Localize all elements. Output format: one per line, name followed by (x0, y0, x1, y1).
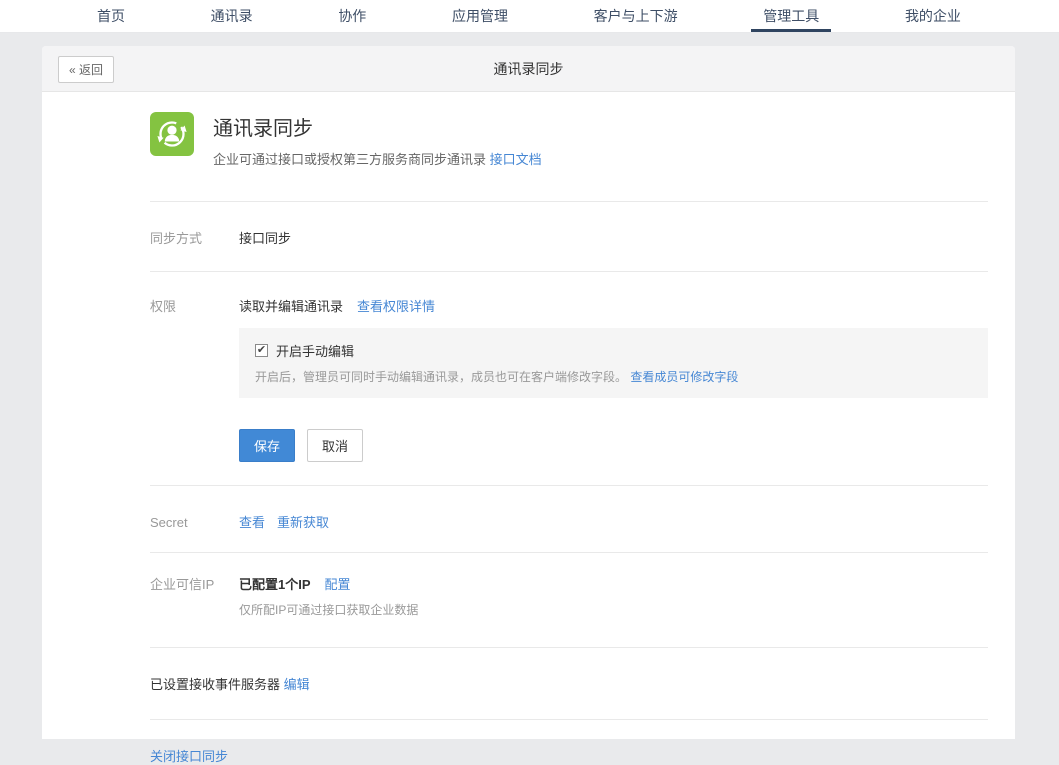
secret-view-link[interactable]: 查看 (239, 512, 265, 531)
divider (150, 485, 988, 486)
nav-item-my-enterprise[interactable]: 我的企业 (893, 0, 973, 32)
trusted-ip-note: 仅所配IP可通过接口获取企业数据 (239, 601, 988, 618)
hero-section: 通讯录同步 企业可通过接口或授权第三方服务商同步通讯录 接口文档 (150, 112, 988, 168)
manual-edit-checkbox-label[interactable]: 开启手动编辑 (276, 341, 354, 360)
permission-value: 读取并编辑通讯录 (239, 296, 343, 315)
contact-sync-icon (150, 112, 194, 156)
close-sync-row: 关闭接口同步 (150, 746, 988, 765)
nav-item-app-management[interactable]: 应用管理 (440, 0, 520, 32)
nav-item-contacts[interactable]: 通讯录 (199, 0, 265, 32)
sync-method-label: 同步方式 (150, 228, 239, 247)
manual-edit-box: ✔ 开启手动编辑 开启后，管理员可同时手动编辑通讯录，成员也可在客户端修改字段。… (239, 328, 988, 398)
top-navigation: 首页 通讯录 协作 应用管理 客户与上下游 管理工具 我的企业 (0, 0, 1059, 33)
nav-item-collaboration[interactable]: 协作 (326, 0, 378, 32)
nav-item-admin-tools[interactable]: 管理工具 (751, 0, 831, 32)
save-button[interactable]: 保存 (239, 429, 295, 462)
page-title: 通讯录同步 (42, 46, 1015, 92)
panel-content: 通讯录同步 企业可通过接口或授权第三方服务商同步通讯录 接口文档 同步方式 接口… (42, 112, 1015, 765)
secret-regenerate-link[interactable]: 重新获取 (277, 512, 329, 531)
trusted-ip-value: 已配置1个IP (239, 574, 311, 593)
nav-item-home[interactable]: 首页 (85, 0, 137, 32)
trusted-ip-label: 企业可信IP (150, 574, 239, 593)
sync-method-row: 同步方式 接口同步 (150, 228, 988, 247)
hero-title: 通讯录同步 (213, 112, 542, 141)
secret-row: Secret 查看 重新获取 (150, 512, 988, 531)
divider (150, 201, 988, 202)
api-doc-link[interactable]: 接口文档 (490, 152, 542, 167)
button-row: 保存 取消 (239, 429, 988, 462)
trusted-ip-config-link[interactable]: 配置 (325, 574, 351, 593)
divider (150, 552, 988, 553)
sync-method-value: 接口同步 (239, 228, 291, 247)
close-sync-link[interactable]: 关闭接口同步 (150, 749, 228, 764)
divider (150, 647, 988, 648)
divider (150, 719, 988, 720)
contact-sync-panel: « 返回 通讯录同步 通讯录同步 企业可通过接口或授权第三方服务商同步通讯录 (42, 46, 1015, 739)
cancel-button[interactable]: 取消 (307, 429, 363, 462)
trusted-ip-row: 企业可信IP 已配置1个IP 配置 (150, 574, 988, 593)
manual-edit-note: 开启后，管理员可同时手动编辑通讯录，成员也可在客户端修改字段。 查看成员可修改字… (255, 368, 972, 385)
divider (150, 271, 988, 272)
nav-item-customers[interactable]: 客户与上下游 (582, 0, 690, 32)
permission-label: 权限 (150, 296, 239, 315)
permission-detail-link[interactable]: 查看权限详情 (357, 296, 435, 315)
manual-edit-checkbox-row: ✔ 开启手动编辑 (255, 341, 972, 360)
hero-subtitle-text: 企业可通过接口或授权第三方服务商同步通讯录 (213, 152, 486, 167)
event-server-edit-link[interactable]: 编辑 (284, 677, 310, 692)
editable-fields-link[interactable]: 查看成员可修改字段 (630, 370, 738, 384)
event-server-text: 已设置接收事件服务器 (150, 677, 280, 692)
panel-header: « 返回 通讯录同步 (42, 46, 1015, 92)
event-server-row: 已设置接收事件服务器 编辑 (150, 674, 988, 693)
manual-edit-note-text: 开启后，管理员可同时手动编辑通讯录，成员也可在客户端修改字段。 (255, 370, 627, 384)
secret-label: Secret (150, 515, 239, 530)
permission-row: 权限 读取并编辑通讯录 查看权限详情 (150, 296, 988, 315)
manual-edit-checkbox[interactable]: ✔ (255, 344, 268, 357)
hero-subtitle: 企业可通过接口或授权第三方服务商同步通讯录 接口文档 (213, 149, 542, 168)
hero-text: 通讯录同步 企业可通过接口或授权第三方服务商同步通讯录 接口文档 (213, 112, 542, 168)
